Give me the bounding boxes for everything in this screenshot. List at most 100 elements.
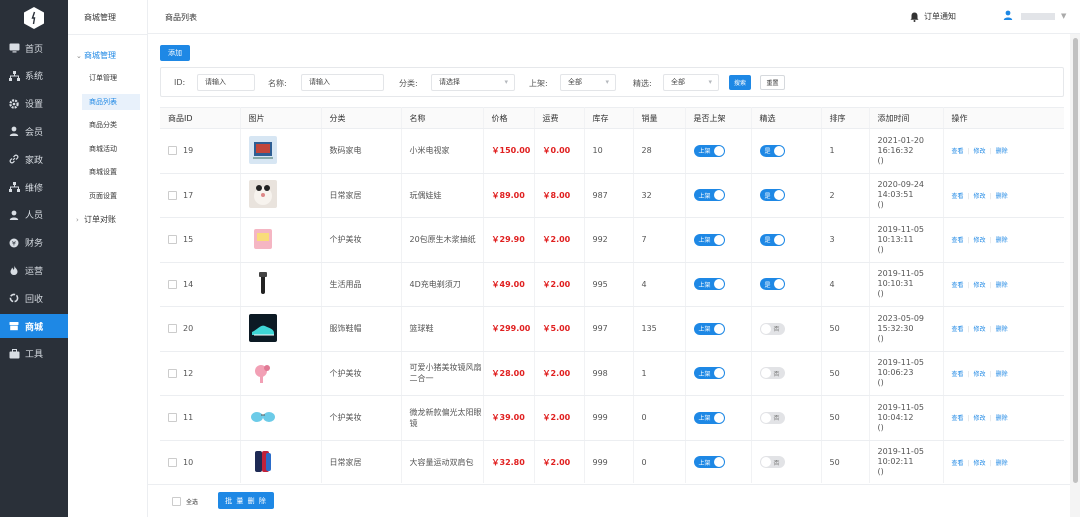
app-logo[interactable]	[24, 7, 44, 29]
delete-link[interactable]: 删除	[996, 371, 1008, 378]
sidebar-item-11[interactable]: 商城	[0, 314, 68, 338]
sidebar-item-7[interactable]: 人员	[0, 203, 68, 227]
shelf-toggle[interactable]: 上架	[693, 411, 725, 424]
sidebar-item-10[interactable]: 回收	[0, 286, 68, 310]
view-link[interactable]: 查看	[952, 193, 964, 200]
user-menu[interactable]: ▼	[1003, 10, 1066, 22]
delete-link[interactable]: 删除	[996, 460, 1008, 467]
product-thumbnail[interactable]	[248, 358, 277, 388]
featured-toggle[interactable]: 否	[759, 411, 785, 424]
edit-link[interactable]: 修改	[974, 193, 986, 200]
view-link[interactable]: 查看	[952, 371, 964, 378]
shelf-toggle[interactable]: 上架	[693, 278, 725, 291]
add-button[interactable]: 添加	[160, 45, 190, 61]
edit-link[interactable]: 修改	[974, 460, 986, 467]
submenu-group-shop[interactable]: ⌄ 商城管理	[76, 50, 116, 61]
featured-select[interactable]: 全部 ▾	[663, 74, 719, 91]
featured-toggle[interactable]: 是	[759, 144, 785, 157]
sidebar-item-8[interactable]: ¥ 财务	[0, 231, 68, 255]
product-thumbnail[interactable]	[248, 447, 277, 477]
product-thumbnail[interactable]	[248, 224, 277, 255]
featured-toggle[interactable]: 否	[759, 322, 785, 335]
edit-link[interactable]: 修改	[974, 282, 986, 289]
search-button[interactable]: 搜索	[729, 75, 751, 90]
row-checkbox[interactable]	[168, 413, 177, 423]
row-checkbox[interactable]	[168, 368, 177, 378]
edit-link[interactable]: 修改	[974, 415, 986, 422]
category-cell: 生活用品	[321, 262, 402, 307]
sidebar-item-4[interactable]: 会员	[0, 119, 68, 143]
delete-link[interactable]: 删除	[996, 148, 1008, 155]
submenu-item[interactable]: 商城活动	[82, 141, 140, 157]
image-cell	[240, 262, 322, 307]
shelf-toggle[interactable]: 上架	[693, 456, 725, 469]
shelf-toggle[interactable]: 上架	[693, 189, 725, 202]
id-input[interactable]: 请输入	[197, 74, 255, 91]
product-thumbnail[interactable]	[248, 180, 277, 210]
submenu-item[interactable]: 订单管理	[82, 70, 140, 86]
shelf-toggle[interactable]: 上架	[693, 233, 725, 246]
sidebar-item-5[interactable]: 家政	[0, 147, 68, 171]
product-thumbnail[interactable]	[248, 313, 277, 344]
scrollbar-thumb[interactable]	[1073, 38, 1078, 483]
sidebar-item-9[interactable]: 运营	[0, 258, 68, 282]
submenu-group-reconcile[interactable]: › 订单对账	[76, 214, 116, 225]
delete-link[interactable]: 删除	[996, 415, 1008, 422]
edit-link[interactable]: 修改	[974, 371, 986, 378]
edit-link[interactable]: 修改	[974, 326, 986, 333]
sidebar-item-1[interactable]: 首页	[0, 36, 68, 60]
edit-link[interactable]: 修改	[974, 148, 986, 155]
view-link[interactable]: 查看	[952, 148, 964, 155]
sidebar-item-12[interactable]: 工具	[0, 342, 68, 366]
sidebar-item-3[interactable]: 设置	[0, 92, 68, 116]
featured-toggle[interactable]: 是	[759, 233, 785, 246]
row-checkbox[interactable]	[168, 146, 177, 156]
delete-link[interactable]: 删除	[996, 193, 1008, 200]
submenu-item[interactable]: 页面设置	[82, 188, 140, 204]
view-link[interactable]: 查看	[952, 415, 964, 422]
table-row: 10 日常家居 大容量运动双肩包 ￥32.80 ￥2.00 999 0 上架否 50 2019-1…	[160, 440, 1064, 483]
featured-toggle[interactable]: 否	[759, 367, 785, 380]
product-thumbnail[interactable]	[248, 135, 277, 166]
view-link[interactable]: 查看	[952, 282, 964, 289]
featured-toggle[interactable]: 是	[759, 278, 785, 291]
submenu-item[interactable]: 商品分类	[82, 117, 140, 133]
order-notice-button[interactable]: 订单通知	[910, 11, 956, 22]
category-cell: 个护美妆	[321, 395, 402, 441]
featured-toggle[interactable]: 否	[759, 456, 785, 469]
view-link[interactable]: 查看	[952, 460, 964, 467]
submenu-item[interactable]: 商城设置	[82, 164, 140, 180]
delete-link[interactable]: 删除	[996, 237, 1008, 244]
id-cell: 19	[160, 128, 241, 174]
monitor-icon	[8, 42, 20, 54]
shelf-toggle[interactable]: 上架	[693, 367, 725, 380]
category-select[interactable]: 请选择 ▾	[431, 74, 515, 91]
product-thumbnail[interactable]	[248, 402, 277, 433]
select-all-checkbox[interactable]: 全选	[172, 497, 198, 506]
column-header: 销量	[633, 107, 686, 129]
featured-toggle[interactable]: 是	[759, 189, 785, 202]
fire-icon	[8, 264, 20, 276]
shelf-toggle[interactable]: 上架	[693, 322, 725, 335]
row-checkbox[interactable]	[168, 457, 177, 467]
sort-cell: 3	[821, 217, 870, 263]
delete-link[interactable]: 删除	[996, 326, 1008, 333]
batch-delete-button[interactable]: 批 量 删 除	[218, 492, 274, 509]
shelf-toggle[interactable]: 上架	[693, 144, 725, 157]
row-checkbox[interactable]	[168, 279, 177, 289]
shelf-select[interactable]: 全部 ▾	[560, 74, 616, 91]
reset-button[interactable]: 重置	[760, 75, 785, 90]
view-link[interactable]: 查看	[952, 326, 964, 333]
name-input[interactable]: 请输入	[301, 74, 384, 91]
product-thumbnail[interactable]	[248, 269, 277, 299]
sidebar-item-2[interactable]: 系统	[0, 64, 68, 88]
row-checkbox[interactable]	[168, 235, 177, 245]
row-checkbox[interactable]	[168, 324, 177, 334]
edit-link[interactable]: 修改	[974, 237, 986, 244]
delete-link[interactable]: 删除	[996, 282, 1008, 289]
submenu-item[interactable]: 商品列表	[82, 93, 140, 110]
separator: |	[989, 148, 992, 156]
row-checkbox[interactable]	[168, 190, 177, 200]
sidebar-item-6[interactable]: 维修	[0, 175, 68, 199]
view-link[interactable]: 查看	[952, 237, 964, 244]
